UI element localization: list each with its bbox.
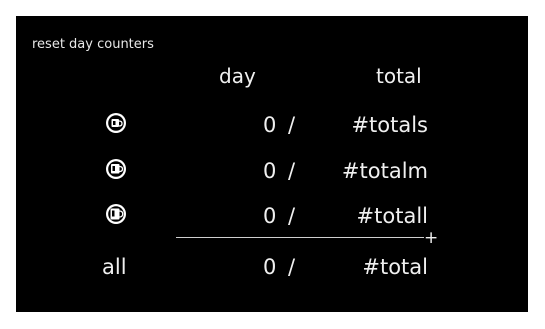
separator: / [288,204,296,228]
day-count: 0 [263,255,277,279]
page-title: reset day counters [32,37,154,52]
total-count: #totals [351,113,428,137]
sum-symbol: + [424,228,439,248]
medium-cup-icon[interactable] [105,158,127,180]
day-count: 0 [263,113,277,137]
header-total: total [376,64,422,88]
all-label[interactable]: all [102,255,127,279]
sum-divider [176,237,424,238]
separator: / [288,255,296,279]
total-count: #total [362,255,428,279]
total-count: #totall [356,204,428,228]
separator: / [288,159,296,183]
screen: reset day counters day total 0 / #totals… [16,16,528,312]
header-day: day [219,64,256,88]
day-count: 0 [263,159,277,183]
small-cup-icon[interactable] [105,112,127,134]
separator: / [288,113,296,137]
day-count: 0 [263,204,277,228]
total-count: #totalm [341,159,428,183]
large-cup-icon[interactable] [105,203,127,225]
